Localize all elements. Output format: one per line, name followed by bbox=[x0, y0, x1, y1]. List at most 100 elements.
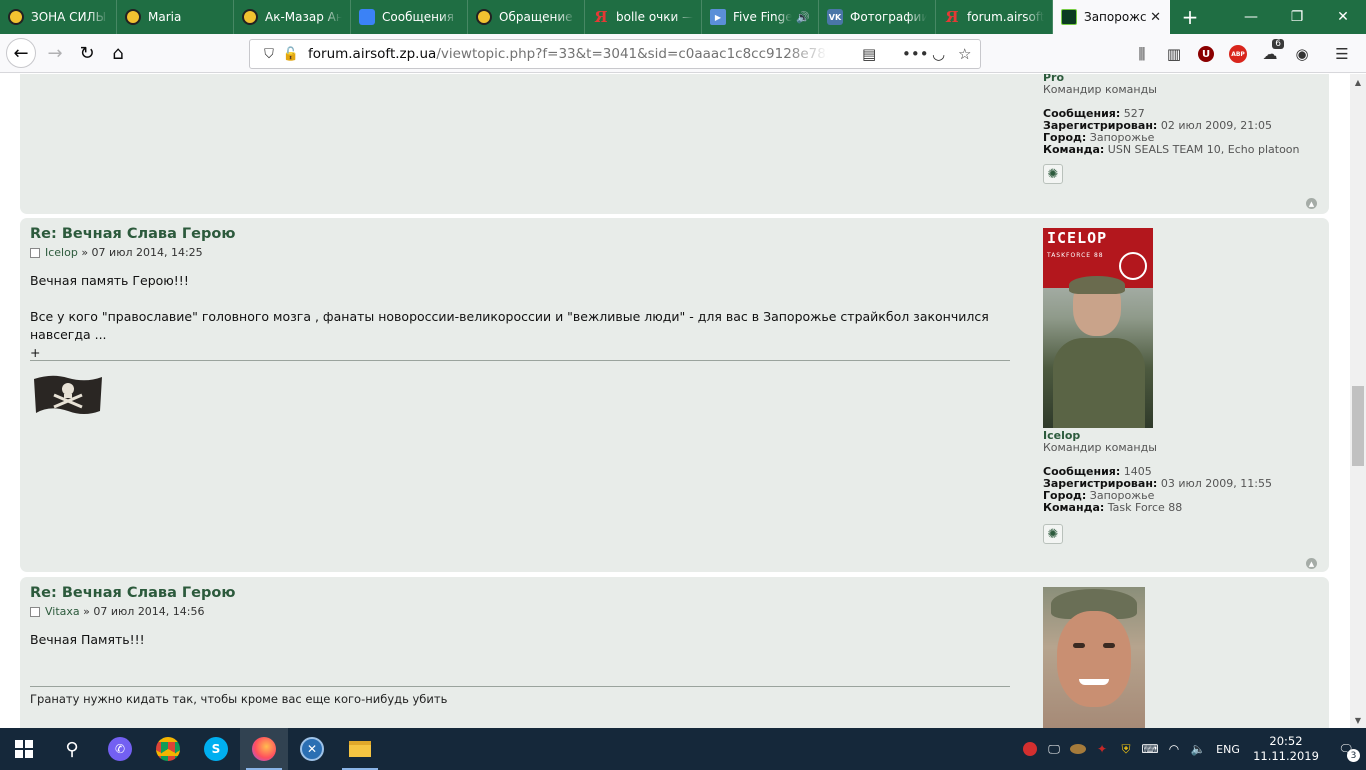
firefox-app[interactable] bbox=[240, 728, 288, 770]
chrome-app[interactable] bbox=[144, 728, 192, 770]
maximize-icon[interactable]: ❐ bbox=[1274, 0, 1320, 34]
speaker-icon[interactable]: 🔊 bbox=[796, 11, 810, 24]
skype-app[interactable]: S bbox=[192, 728, 240, 770]
tab-five-finger[interactable]: ▶ Five Finge 🔊 bbox=[702, 0, 819, 34]
post-date: » 07 июл 2014, 14:25 bbox=[81, 246, 203, 259]
sidebar-icon[interactable]: ▥ bbox=[1158, 39, 1190, 69]
viber-app[interactable]: ✆ bbox=[96, 728, 144, 770]
start-button[interactable] bbox=[0, 728, 48, 770]
back-to-top-button[interactable]: ▲ bbox=[1306, 558, 1317, 569]
input-tray-icon[interactable]: ⌨ bbox=[1138, 728, 1162, 770]
notifications-button[interactable]: 🗨 3 bbox=[1326, 728, 1366, 770]
page-actions-icon[interactable]: ••• bbox=[902, 40, 929, 68]
forum-icon bbox=[1061, 9, 1077, 25]
security-tray-icon[interactable]: ⛨ bbox=[1114, 728, 1138, 770]
taskbar: ⚲ ✆ S ✕ 🖵 ✦ ⛨ ⌨ ◠ 🔈 ENG 20:52 11.11.2019… bbox=[0, 728, 1366, 770]
account-icon[interactable]: ◉ bbox=[1286, 39, 1318, 69]
volume-icon[interactable]: 🔈 bbox=[1186, 728, 1210, 770]
post-icon[interactable] bbox=[30, 247, 40, 258]
post-content: Вечная память Герою!!! Все у кого "право… bbox=[30, 273, 989, 360]
post-meta: Vitaxa » 07 июл 2014, 14:56 bbox=[30, 605, 1010, 618]
tab-zona-sily[interactable]: ЗОНА СИЛЫ bbox=[0, 0, 117, 34]
tab-forum-airsoft[interactable]: Яforum.airsoft. bbox=[936, 0, 1053, 34]
post-body: Re: Вечная Слава Герою Icelop » 07 июл 2… bbox=[30, 226, 1010, 362]
bookmark-star-icon[interactable]: ☆ bbox=[958, 40, 971, 68]
menu-icon[interactable]: ☰ bbox=[1318, 39, 1366, 69]
minimize-icon[interactable]: — bbox=[1228, 0, 1274, 34]
skype-icon: S bbox=[204, 737, 228, 761]
toolbar-right: ⫼ ▥ U ABP ☁ 6 ◉ ☰ bbox=[1126, 39, 1366, 69]
search-button[interactable]: ⚲ bbox=[48, 728, 96, 770]
scroll-up-icon[interactable]: ▲ bbox=[1350, 74, 1366, 90]
yandex-icon: Я bbox=[945, 8, 959, 26]
adblock-icon[interactable]: ABP bbox=[1222, 39, 1254, 69]
zona-icon bbox=[476, 9, 492, 25]
library-icon[interactable]: ⫼ bbox=[1126, 39, 1158, 69]
reload-button[interactable]: ↻ bbox=[72, 38, 102, 68]
wifi-icon[interactable]: ◠ bbox=[1162, 728, 1186, 770]
post-author[interactable]: Vitaxa bbox=[45, 605, 80, 618]
profile-rank: Командир команды bbox=[1043, 83, 1157, 96]
pirate-flag-image bbox=[32, 373, 104, 420]
back-button[interactable]: ← bbox=[6, 38, 36, 68]
language-indicator[interactable]: ENG bbox=[1210, 743, 1246, 756]
url-text[interactable]: forum.airsoft.zp.ua/viewtopic.php?f=33&t… bbox=[308, 46, 828, 62]
post-title[interactable]: Re: Вечная Слава Герою bbox=[30, 585, 1010, 601]
game-tray-icon[interactable]: ✦ bbox=[1090, 728, 1114, 770]
page-scrollbar[interactable]: ▲ ▼ bbox=[1350, 74, 1366, 728]
folder-icon bbox=[349, 741, 371, 757]
contact-button[interactable]: ✺ bbox=[1043, 164, 1063, 184]
monitor-tray-icon[interactable]: 🖵 bbox=[1042, 728, 1066, 770]
nav-bar: ← → ↻ ⌂ ⛉ 🔓 forum.airsoft.zp.ua/viewtopi… bbox=[0, 34, 1366, 73]
post-title[interactable]: Re: Вечная Слава Герою bbox=[30, 226, 1010, 242]
ublock-icon[interactable]: U bbox=[1190, 39, 1222, 69]
insecure-lock-icon[interactable]: 🔓 bbox=[280, 47, 302, 62]
avatar[interactable]: ICELOP TASKFORCE 88 bbox=[1043, 228, 1153, 428]
chevron-up-icon: ▲ bbox=[1308, 199, 1315, 208]
tab-ak-mazar[interactable]: Ак-Мазар Ан bbox=[234, 0, 351, 34]
vk-icon: VK bbox=[827, 9, 843, 25]
new-tab-button[interactable]: + bbox=[1170, 0, 1210, 34]
profile-icelop: ICELOP TASKFORCE 88 Icelop Командир кома… bbox=[1043, 228, 1323, 514]
explorer-app[interactable] bbox=[336, 728, 384, 770]
contact-icon: ✺ bbox=[1047, 526, 1059, 542]
signature-divider bbox=[30, 686, 1010, 687]
tab-obrashchenie[interactable]: Обращение с bbox=[468, 0, 585, 34]
opera-tray-icon[interactable] bbox=[1018, 728, 1042, 770]
tor-app[interactable]: ✕ bbox=[288, 728, 336, 770]
tab-fotografii[interactable]: VK Фотографии bbox=[819, 0, 936, 34]
tab-maria[interactable]: Maria bbox=[117, 0, 234, 34]
play-icon: ▶ bbox=[710, 9, 726, 25]
tab-strip: ЗОНА СИЛЫ Maria Ак-Мазар Ан Сообщения Об… bbox=[0, 0, 1366, 34]
close-window-icon[interactable]: ✕ bbox=[1320, 0, 1366, 34]
forward-button[interactable]: → bbox=[40, 38, 70, 68]
extension-icon[interactable]: ☁ 6 bbox=[1254, 39, 1286, 69]
reader-view-icon[interactable]: ▤ bbox=[862, 40, 876, 68]
firefox-icon bbox=[252, 737, 276, 761]
zona-icon bbox=[242, 9, 258, 25]
yandex-icon: Я bbox=[594, 8, 608, 26]
back-to-top-button[interactable]: ▲ bbox=[1306, 198, 1317, 209]
shield-icon[interactable]: ⛉ bbox=[258, 47, 280, 62]
post-content: Вечная Память!!! bbox=[30, 632, 145, 647]
post-signature: Гранату нужно кидать так, чтобы кроме ва… bbox=[30, 692, 448, 706]
home-button[interactable]: ⌂ bbox=[103, 38, 133, 68]
close-tab-icon[interactable]: ✕ bbox=[1150, 10, 1161, 25]
viber-icon: ✆ bbox=[108, 737, 132, 761]
tab-bolle[interactable]: Яbolle очки — bbox=[585, 0, 702, 34]
chevron-up-icon: ▲ bbox=[1308, 559, 1315, 568]
tab-zaporozhye-active[interactable]: Запорожс ✕ bbox=[1053, 0, 1170, 34]
post-author[interactable]: Icelop bbox=[45, 246, 78, 259]
contact-button[interactable]: ✺ bbox=[1043, 524, 1063, 544]
chrome-icon bbox=[156, 737, 180, 761]
scroll-down-icon[interactable]: ▼ bbox=[1350, 712, 1366, 728]
avatar[interactable] bbox=[1043, 587, 1145, 728]
globe-icon: ✕ bbox=[300, 737, 324, 761]
post-icon[interactable] bbox=[30, 606, 40, 617]
app-tray-icon[interactable] bbox=[1066, 728, 1090, 770]
clock[interactable]: 20:52 11.11.2019 bbox=[1246, 734, 1326, 764]
tab-soobshcheniya[interactable]: Сообщения bbox=[351, 0, 468, 34]
pocket-icon[interactable]: ◡ bbox=[932, 40, 945, 68]
scroll-thumb[interactable] bbox=[1352, 386, 1364, 466]
url-bar[interactable]: ⛉ 🔓 forum.airsoft.zp.ua/viewtopic.php?f=… bbox=[249, 39, 981, 69]
